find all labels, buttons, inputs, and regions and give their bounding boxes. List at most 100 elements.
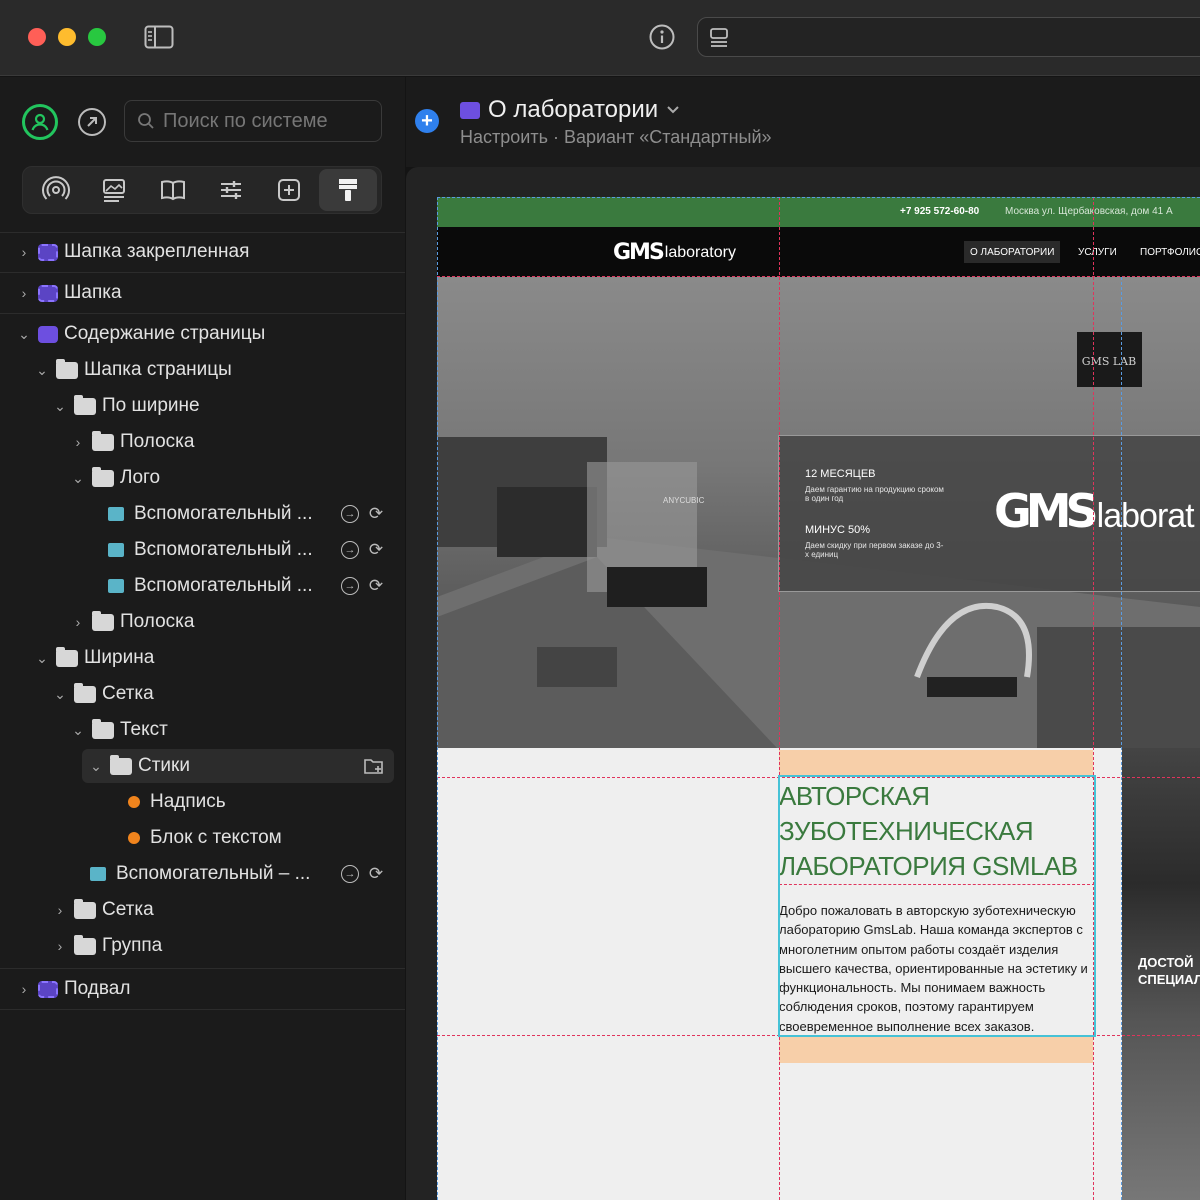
- address-bar[interactable]: [697, 17, 1200, 57]
- minimize-window-button[interactable]: [58, 28, 76, 46]
- system-search[interactable]: [124, 100, 382, 142]
- auxiliary-icon: [108, 579, 124, 593]
- tree-item-logo[interactable]: ⌄ Лого: [0, 460, 405, 496]
- folder-icon: [74, 934, 96, 955]
- guide-line: [437, 197, 438, 1200]
- site-phone[interactable]: +7 925 572-60-80: [900, 206, 979, 217]
- image-gallery-icon[interactable]: [85, 169, 143, 211]
- chevron-down-icon[interactable]: [666, 105, 680, 115]
- tree-item-auxiliary[interactable]: Вспомогательный – ... → ⟳: [0, 856, 405, 892]
- folder-add-icon[interactable]: [363, 757, 385, 775]
- chevron-down-icon[interactable]: ⌄: [70, 722, 86, 739]
- book-icon[interactable]: [144, 169, 202, 211]
- tree-item-header[interactable]: › Шапка: [0, 275, 405, 311]
- chevron-down-icon[interactable]: ⌄: [52, 686, 68, 703]
- window-titlebar: [0, 0, 1200, 76]
- tree-item-width[interactable]: ⌄ Ширина: [0, 640, 405, 676]
- guide-line: [1121, 277, 1122, 1200]
- tree-item-full-width[interactable]: ⌄ По ширине: [0, 388, 405, 424]
- tree-item-grid[interactable]: › Сетка: [0, 892, 405, 928]
- page-title[interactable]: О лаборатории: [460, 96, 680, 124]
- add-block-button[interactable]: +: [415, 109, 439, 133]
- chevron-right-icon[interactable]: ›: [52, 938, 68, 954]
- chevron-down-icon[interactable]: ⌄: [16, 326, 32, 343]
- tree-item-strip[interactable]: › Полоска: [0, 604, 405, 640]
- divider: [0, 968, 405, 969]
- tree-item-caption[interactable]: Надпись: [0, 784, 405, 820]
- tree-item-label: Блок с текстом: [150, 827, 282, 848]
- tree-item-label: Полоска: [120, 611, 195, 632]
- logo-mark: GMS: [994, 484, 1099, 538]
- close-window-button[interactable]: [28, 28, 46, 46]
- tree-item-group[interactable]: › Группа: [0, 928, 405, 964]
- tree-item-strip[interactable]: › Полоска: [0, 424, 405, 460]
- broadcast-icon[interactable]: [27, 169, 85, 211]
- lab-sign-text: GMS LAB: [1082, 355, 1136, 368]
- sync-icon[interactable]: ⟳: [367, 864, 385, 883]
- guide-line: [1093, 197, 1094, 1200]
- tree-item-label: Ширина: [84, 647, 155, 668]
- chevron-down-icon[interactable]: ⌄: [34, 650, 50, 667]
- tree-item-label: Полоска: [120, 431, 195, 452]
- page-variant-subtitle[interactable]: Настроить · Вариант «Стандартный»: [460, 127, 772, 148]
- divider: [0, 313, 405, 314]
- search-icon: [138, 113, 154, 129]
- tree-item-text-block[interactable]: Блок с текстом: [0, 820, 405, 856]
- chevron-right-icon[interactable]: ›: [16, 285, 32, 301]
- auxiliary-icon: [90, 867, 106, 881]
- site-preview: +7 925 572-60-80 Москва ул. Щербаковская…: [437, 197, 1200, 1200]
- chevron-right-icon[interactable]: ›: [16, 244, 32, 260]
- chevron-right-icon[interactable]: ›: [70, 434, 86, 450]
- folder-icon: [110, 754, 132, 775]
- tree-item-auxiliary[interactable]: Вспомогательный ... → ⟳: [0, 568, 405, 604]
- site-logo[interactable]: GMS laboratory: [613, 240, 736, 265]
- tree-item-label: Стики: [138, 755, 190, 776]
- sync-icon[interactable]: ⟳: [367, 504, 385, 523]
- chevron-down-icon[interactable]: ⌄: [34, 362, 50, 379]
- tree-item-auxiliary[interactable]: Вспомогательный ... → ⟳: [0, 532, 405, 568]
- sync-icon[interactable]: ⟳: [367, 576, 385, 595]
- folder-icon: [92, 466, 114, 487]
- tree-item-label: Группа: [102, 935, 163, 956]
- tree-item-grid[interactable]: ⌄ Сетка: [0, 676, 405, 712]
- maximize-window-button[interactable]: [88, 28, 106, 46]
- tree-item-auxiliary[interactable]: Вспомогательный ... → ⟳: [0, 496, 405, 532]
- open-external-icon[interactable]: [78, 108, 106, 136]
- chevron-right-icon[interactable]: ›: [70, 614, 86, 630]
- nav-item-portfolio[interactable]: ПОРТФОЛИО: [1140, 247, 1200, 258]
- page-title-text: О лаборатории: [488, 96, 659, 123]
- go-to-icon[interactable]: →: [341, 865, 359, 883]
- nav-item-about[interactable]: О ЛАБОРАТОРИИ: [964, 241, 1061, 263]
- tree-item-label: Содержание страницы: [64, 323, 266, 344]
- sliders-icon[interactable]: [202, 169, 260, 211]
- tree-item-text[interactable]: ⌄ Текст: [0, 712, 405, 748]
- paint-roller-icon[interactable]: [318, 169, 377, 211]
- chevron-right-icon[interactable]: ›: [52, 902, 68, 918]
- sync-icon[interactable]: ⟳: [367, 540, 385, 559]
- sidebar-toolbar: [22, 166, 382, 214]
- tree-item-label: Сетка: [102, 899, 154, 920]
- tree-item-label: Вспомогательный ...: [134, 539, 313, 560]
- divider: [0, 272, 405, 273]
- chevron-down-icon[interactable]: ⌄: [52, 398, 68, 415]
- user-avatar-icon[interactable]: [22, 104, 58, 140]
- chevron-down-icon[interactable]: ⌄: [88, 758, 104, 775]
- plus-square-icon[interactable]: [260, 169, 318, 211]
- go-to-icon[interactable]: →: [341, 505, 359, 523]
- layout-icon: [710, 28, 728, 47]
- sidebar-toggle-icon[interactable]: [143, 22, 175, 52]
- site-address: Москва ул. Щербаковская, дом 41 А: [1005, 206, 1173, 217]
- info-icon[interactable]: [646, 22, 678, 52]
- chevron-down-icon[interactable]: ⌄: [70, 470, 86, 487]
- tree-item-fixed-header[interactable]: › Шапка закрепленная: [0, 234, 405, 270]
- tree-item-footer[interactable]: › Подвал: [0, 971, 405, 1007]
- tree-item-page-header[interactable]: ⌄ Шапка страницы: [0, 352, 405, 388]
- nav-item-services[interactable]: УСЛУГИ: [1078, 247, 1117, 258]
- tree-item-sticky[interactable]: ⌄ Стики: [0, 748, 405, 784]
- go-to-icon[interactable]: →: [341, 541, 359, 559]
- logo-text: laboratory: [664, 243, 736, 261]
- chevron-right-icon[interactable]: ›: [16, 981, 32, 997]
- go-to-icon[interactable]: →: [341, 577, 359, 595]
- tree-item-page-content[interactable]: ⌄ Содержание страницы: [0, 316, 405, 352]
- search-input[interactable]: [163, 109, 363, 133]
